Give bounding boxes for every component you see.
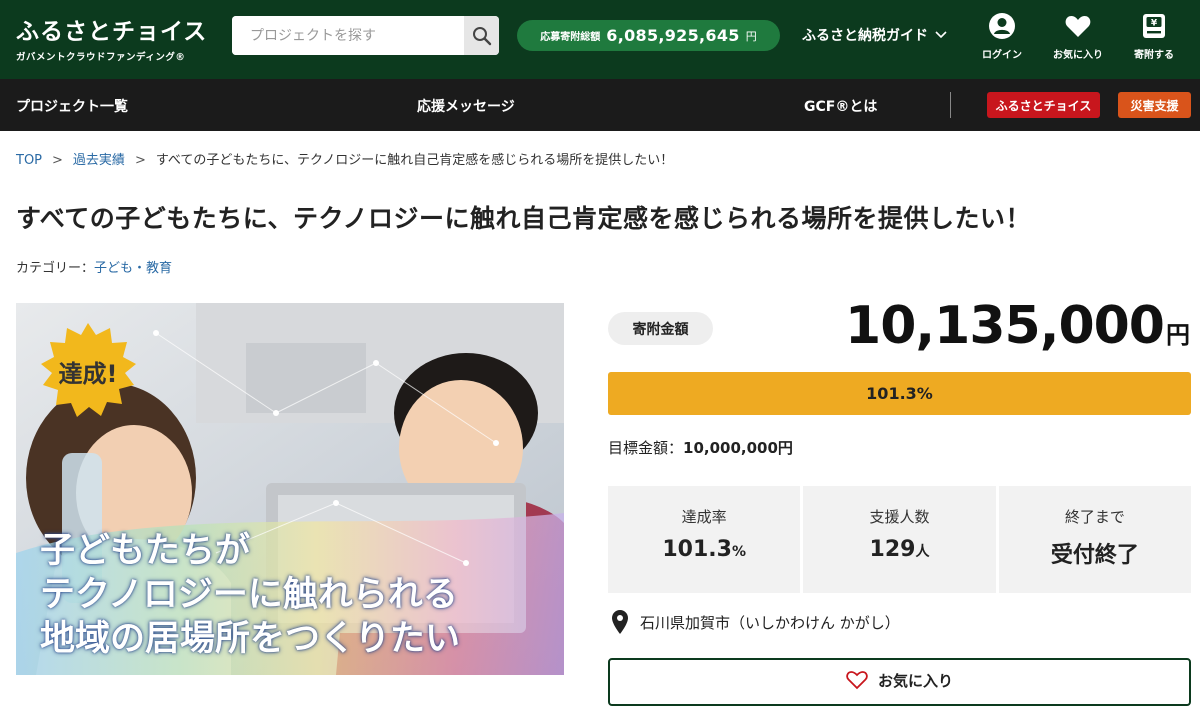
project-category: カテゴリー：子ども・教育 [16, 257, 172, 276]
breadcrumb-current: すべての子どもたちに、テクノロジーに触れ自己肯定感を感じられる場所を提供したい！ [155, 153, 674, 168]
donate-button[interactable]: ¥ 寄附する [1122, 12, 1186, 61]
stat-value: 101.3% [662, 537, 746, 562]
tax-guide-label: ふるさと納税ガイド [802, 28, 928, 44]
yen-box-icon: ¥ [1143, 14, 1165, 38]
breadcrumb-top[interactable]: TOP [16, 153, 42, 168]
logo-sub-text: ガバメントクラウドファンディング® [16, 52, 186, 63]
achieved-badge-text: 達成! [58, 360, 118, 388]
user-icon [989, 13, 1015, 39]
donation-amount-value: 10,135,000 [845, 296, 1165, 356]
heart-icon [1065, 16, 1091, 37]
nav-projects[interactable]: プロジェクト一覧 [16, 96, 128, 116]
nav-divider [950, 92, 951, 118]
login-button[interactable]: ログイン [970, 12, 1034, 61]
svg-text:¥: ¥ [1151, 19, 1158, 29]
favorites-button[interactable]: お気に入り [1046, 12, 1110, 61]
image-caption: 子どもたちが テクノロジーに触れられる 地域の居場所をつくりたい [40, 529, 460, 661]
total-donations-label: 応募寄附総額 [540, 32, 601, 43]
stat-value: 受付終了 [1050, 543, 1139, 568]
search-box [232, 16, 499, 55]
nav-gcf-about[interactable]: GCF®とは [804, 96, 877, 116]
total-donations-unit: 円 [745, 29, 757, 43]
progress-percent: 101.3% [866, 384, 933, 403]
main-nav: プロジェクト一覧 応援メッセージ GCF®とは ふるさとチョイス 災害支援 [0, 79, 1200, 131]
goal-value: 10,000,000円 [683, 439, 793, 457]
site-logo[interactable]: ふるさとチョイス ガバメントクラウドファンディング® [16, 12, 208, 63]
project-image: 達成! 子どもたちが テクノロジーに触れられる 地域の居場所をつくりたい [16, 303, 564, 675]
donation-amount-label: 寄附金額 [608, 312, 713, 345]
stat-label: 達成率 [681, 508, 727, 526]
goal-label: 目標金額： [608, 439, 684, 457]
donation-amount-unit: 円 [1166, 321, 1190, 349]
site-header: ふるさとチョイス ガバメントクラウドファンディング® 応募寄附総額 6,085,… [0, 0, 1200, 79]
tax-guide-menu[interactable]: ふるさと納税ガイド [802, 25, 948, 45]
breadcrumb: TOP > 過去実績 > すべての子どもたちに、テクノロジーに触れ自己肯定感を感じられる… [16, 149, 673, 168]
favorites-label: お気に入り [1053, 50, 1103, 61]
breadcrumb-separator: > [52, 153, 63, 168]
search-icon [472, 26, 491, 45]
logo-main-text: ふるさとチョイス [16, 18, 208, 45]
nav-messages[interactable]: 応援メッセージ [417, 96, 515, 116]
stat-label: 支援人数 [869, 508, 930, 526]
total-donations-value: 6,085,925,645 [606, 26, 740, 45]
search-button[interactable] [464, 16, 499, 55]
heart-outline-icon [846, 671, 868, 690]
stat-value: 129人 [869, 537, 930, 562]
chevron-down-icon [935, 31, 947, 39]
breadcrumb-separator: > [134, 153, 146, 168]
donation-amount: 10,135,000円 [845, 296, 1190, 356]
achieved-badge: 達成! [38, 321, 138, 421]
stat-remaining: 終了まで 受付終了 [998, 486, 1191, 593]
total-donations-badge: 応募寄附総額 6,085,925,645 円 [517, 20, 780, 51]
furusato-choice-button[interactable]: ふるさとチョイス [987, 92, 1100, 118]
add-to-favorites-button[interactable]: お気に入り [608, 658, 1191, 706]
disaster-support-button[interactable]: 災害支援 [1118, 92, 1191, 118]
image-caption-line: 地域の居場所をつくりたい [40, 619, 461, 659]
goal-amount: 目標金額：10,000,000円 [608, 437, 793, 458]
login-label: ログイン [982, 50, 1022, 61]
image-caption-line: テクノロジーに触れられる [40, 575, 458, 615]
breadcrumb-past[interactable]: 過去実績 [73, 153, 125, 168]
category-link[interactable]: 子ども・教育 [94, 261, 172, 276]
map-pin-icon [612, 610, 628, 634]
category-label: カテゴリー： [16, 261, 95, 276]
funding-progress-bar: 101.3% [608, 372, 1191, 415]
donate-label: 寄附する [1134, 50, 1174, 61]
page-title: すべての子どもたちに、テクノロジーに触れ自己肯定感を感じられる場所を提供したい！ [16, 204, 1032, 233]
stat-supporters: 支援人数 129人 [803, 486, 996, 593]
image-caption-line: 子どもたちが [40, 531, 251, 571]
search-input[interactable] [232, 16, 464, 55]
project-location: 石川県加賀市（いしかわけん かがし） [612, 610, 900, 634]
funding-stats: 達成率 101.3% 支援人数 129人 終了まで 受付終了 [608, 486, 1191, 593]
stat-achievement-rate: 達成率 101.3% [608, 486, 801, 593]
stat-label: 終了まで [1064, 508, 1125, 526]
location-text: 石川県加賀市（いしかわけん かがし） [640, 613, 900, 632]
